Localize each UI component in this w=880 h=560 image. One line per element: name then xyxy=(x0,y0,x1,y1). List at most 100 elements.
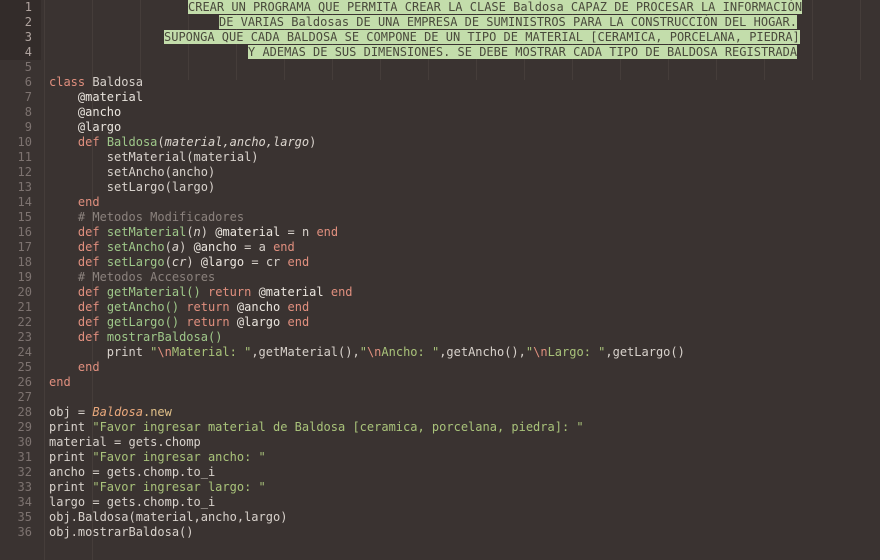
code-line-20[interactable]: def getMaterial() return @material end xyxy=(41,285,880,300)
line-number: 20 xyxy=(17,285,32,299)
code-line-1[interactable]: CREAR UN PROGRAMA QUE PERMITA CREAR LA C… xyxy=(41,0,880,15)
code-line-14[interactable]: end xyxy=(41,195,880,210)
code-line-32[interactable]: ancho = gets.chomp.to_i xyxy=(41,465,880,480)
line-number: 4 xyxy=(24,45,32,59)
code-content[interactable]: CREAR UN PROGRAMA QUE PERMITA CREAR LA C… xyxy=(41,0,880,560)
code-line-7[interactable]: @material xyxy=(41,90,880,105)
code-line-17[interactable]: def setAncho(a) @ancho = a end xyxy=(41,240,880,255)
code-line-24[interactable]: print "\nMaterial: ",getMaterial(),"\nAn… xyxy=(41,345,880,360)
line-number: 35 xyxy=(17,510,32,524)
class-name: Baldosa xyxy=(92,75,143,89)
escape-newline: \n xyxy=(366,345,382,359)
code-line-21[interactable]: def getAncho() return @ancho end xyxy=(41,300,880,315)
escape-newline: \n xyxy=(157,345,172,359)
keyword-def: def xyxy=(77,330,100,344)
keyword-class: class xyxy=(49,75,86,89)
line-number: 19 xyxy=(17,270,32,284)
code-line-6[interactable]: class Baldosa xyxy=(41,75,880,90)
ivar-ancho: @ancho xyxy=(193,240,237,254)
call-setmaterial: setMaterial(material) xyxy=(106,150,259,164)
call-getlargo: ,getLargo() xyxy=(605,345,685,359)
line-number: 14 xyxy=(17,195,32,209)
keyword-print: print xyxy=(49,450,86,464)
code-line-23[interactable]: def mostrarBaldosa() xyxy=(41,330,880,345)
code-line-26[interactable]: end xyxy=(41,375,880,390)
line-number: 29 xyxy=(17,420,32,434)
call-setlargo: setLargo(largo) xyxy=(106,180,216,194)
code-line-8[interactable]: @ancho xyxy=(41,105,880,120)
code-line-10[interactable]: def Baldosa(material,ancho,largo) xyxy=(41,135,880,150)
line-number: 26 xyxy=(17,375,32,389)
keyword-def: def xyxy=(77,240,100,254)
ivar-material: @material xyxy=(215,225,281,239)
method-param: n xyxy=(193,225,201,239)
method-name-baldosa: Baldosa xyxy=(106,135,158,149)
code-line-36[interactable]: obj.mostrarBaldosa() xyxy=(41,525,880,540)
assignment: = a xyxy=(244,240,266,254)
paren-open: ( xyxy=(157,135,165,149)
code-line-25[interactable]: end xyxy=(41,360,880,375)
keyword-def: def xyxy=(77,135,100,149)
keyword-end: end xyxy=(287,300,310,314)
escape-newline: \n xyxy=(533,345,548,359)
code-line-18[interactable]: def setLargo(cr) @largo = cr end xyxy=(41,255,880,270)
line-number: 32 xyxy=(17,465,32,479)
keyword-end: end xyxy=(316,225,339,239)
code-line-2[interactable]: DE VARIAS Baldosas DE UNA EMPRESA DE SUM… xyxy=(41,15,880,30)
line-number: 1 xyxy=(24,0,32,14)
keyword-end: end xyxy=(273,240,295,254)
line-number: 23 xyxy=(17,330,32,344)
code-line-13[interactable]: setLargo(largo) xyxy=(41,180,880,195)
call-setancho: setAncho(ancho) xyxy=(106,165,216,179)
line-number: 13 xyxy=(17,180,32,194)
header-comment-line-2: DE VARIAS Baldosas DE UNA EMPRESA DE SUM… xyxy=(219,15,797,29)
method-name-getancho: getAncho() xyxy=(106,300,180,314)
code-line-33[interactable]: print "Favor ingresar largo: " xyxy=(41,480,880,495)
line-number: 12 xyxy=(17,165,32,179)
assign-ancho: ancho = gets.chomp.to_i xyxy=(49,465,216,479)
keyword-end: end xyxy=(287,255,310,269)
method-name-mostrarbaldosa: mostrarBaldosa() xyxy=(106,330,223,344)
code-line-3[interactable]: SUPONGA QUE CADA BALDOSA SE COMPONE DE U… xyxy=(41,30,880,45)
code-line-11[interactable]: setMaterial(material) xyxy=(41,150,880,165)
code-line-29[interactable]: print "Favor ingresar material de Baldos… xyxy=(41,420,880,435)
code-line-22[interactable]: def getLargo() return @largo end xyxy=(41,315,880,330)
line-number: 9 xyxy=(24,120,32,134)
ivar-material: @material xyxy=(77,90,143,104)
code-line-30[interactable]: material = gets.chomp xyxy=(41,435,880,450)
method-params: material,ancho,largo xyxy=(164,135,310,149)
code-line-27[interactable] xyxy=(41,390,880,405)
code-editor[interactable]: 1 2 3 4 5 6 7 8 9 10 11 12 13 14 15 16 1… xyxy=(0,0,880,560)
code-line-31[interactable]: print "Favor ingresar ancho: " xyxy=(41,450,880,465)
call-obj-baldosa: obj.Baldosa(material,ancho,largo) xyxy=(49,510,288,524)
ivar-largo: @largo xyxy=(200,255,245,269)
line-number: 21 xyxy=(17,300,32,314)
ivar-material: @material xyxy=(258,285,324,299)
line-number: 3 xyxy=(24,30,32,44)
code-line-28[interactable]: obj = Baldosa.new xyxy=(41,405,880,420)
line-number: 5 xyxy=(24,60,32,74)
line-number-gutter[interactable]: 1 2 3 4 5 6 7 8 9 10 11 12 13 14 15 16 1… xyxy=(0,0,41,560)
string-largo-label: Largo: " xyxy=(547,345,606,359)
code-line-15[interactable]: # Metodos Modificadores xyxy=(41,210,880,225)
string-material-label: Material: " xyxy=(171,345,252,359)
code-line-34[interactable]: largo = gets.chomp.to_i xyxy=(41,495,880,510)
code-line-12[interactable]: setAncho(ancho) xyxy=(41,165,880,180)
code-line-4[interactable]: Y ADEMAS DE SUS DIMENSIONES. SE DEBE MOS… xyxy=(41,45,880,60)
code-line-16[interactable]: def setMaterial(n) @material = n end xyxy=(41,225,880,240)
keyword-print: print xyxy=(49,420,86,434)
quote: " xyxy=(359,345,367,359)
assignment: = cr xyxy=(251,255,281,269)
code-line-9[interactable]: @largo xyxy=(41,120,880,135)
code-line-35[interactable]: obj.Baldosa(material,ancho,largo) xyxy=(41,510,880,525)
keyword-def: def xyxy=(77,225,100,239)
line-number: 11 xyxy=(17,150,32,164)
code-line-5[interactable] xyxy=(41,60,880,75)
line-number: 30 xyxy=(17,435,32,449)
keyword-def: def xyxy=(77,285,100,299)
code-line-19[interactable]: # Metodos Accesores xyxy=(41,270,880,285)
line-number: 6 xyxy=(24,75,32,89)
method-name-getlargo: getLargo() xyxy=(106,315,180,329)
header-comment-line-4: Y ADEMAS DE SUS DIMENSIONES. SE DEBE MOS… xyxy=(248,45,798,59)
keyword-return: return xyxy=(207,285,252,299)
